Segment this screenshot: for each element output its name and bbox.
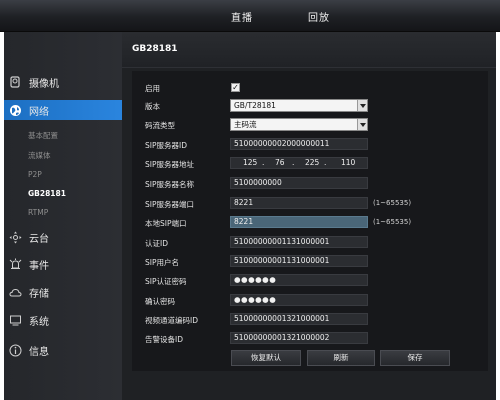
sidebar-item-event[interactable]: 事件 [4,254,122,274]
auth-id-input[interactable]: 51000000001131000001 [230,236,368,248]
sidebar-item-system[interactable]: 系统 [4,310,122,330]
tab-live[interactable]: 直播 [231,9,253,24]
content-header: GB28181 [122,32,496,68]
cloud-icon [8,285,22,299]
sidebar-item-label: 云台 [29,233,49,245]
sidebar-item-label: 事件 [29,260,49,272]
ip-octet-3[interactable]: 225 [305,158,319,168]
subnav-gb28181[interactable]: GB28181 [28,189,66,198]
sip-server-name-input[interactable]: 5100000000 [230,177,368,189]
ip-octet-1[interactable]: 125 [243,158,257,168]
sidebar-item-ptz[interactable]: 云台 [4,227,122,247]
sidebar-item-label: 网络 [29,106,49,118]
sip-username-label: SIP用户名 [145,258,179,267]
version-label: 版本 [145,102,160,111]
refresh-button[interactable]: 刷新 [307,350,375,366]
ip-dot: . [324,158,327,167]
sidebar-item-network[interactable]: 网络 [4,100,137,120]
enable-label: 启用 [145,84,160,93]
sidebar-item-label: 摄像机 [29,78,59,90]
version-select[interactable]: GB/T28181 [230,99,368,112]
video-channel-id-input[interactable]: 51000000001321000001 [230,313,368,325]
info-icon [8,343,22,357]
tab-playback[interactable]: 回放 [308,9,330,24]
local-sip-port-label: 本地SIP端口 [145,219,187,228]
enable-checkbox[interactable]: ✓ [231,83,240,92]
restore-defaults-button[interactable]: 恢复默认 [231,350,301,366]
confirm-password-label: 确认密码 [145,297,175,306]
alarm-device-id-input[interactable]: 51000000001321000002 [230,332,368,344]
alarm-icon [8,257,22,271]
sip-server-addr-label: SIP服务器地址 [145,160,194,169]
sip-server-addr-input[interactable]: 125 . 76 . 225 . 110 [230,157,368,169]
top-bar: 直播 回放 [0,0,500,32]
sip-auth-password-input[interactable]: ●●●●●● [230,274,368,286]
ip-octet-2[interactable]: 76 [275,158,285,168]
stream-type-select[interactable]: 主码流 [230,118,368,131]
sip-server-port-label: SIP服务器端口 [145,200,194,209]
confirm-password-input[interactable]: ●●●●●● [230,294,368,306]
sidebar-item-camera[interactable]: 摄像机 [4,72,122,92]
sip-server-id-label: SIP服务器ID [145,141,187,150]
sidebar: 摄像机 网络 基本配置 流媒体 P2P GB28181 RTMP 云台 事件 存… [4,32,137,400]
sidebar-item-label: 系统 [29,316,49,328]
alarm-device-id-label: 告警设备ID [145,335,183,344]
camera-icon [8,75,22,89]
auth-id-label: 认证ID [145,239,168,248]
sip-server-id-input[interactable]: 51000000002000000011 [230,138,368,150]
stream-type-value: 主码流 [234,120,257,129]
monitor-icon [8,313,22,327]
globe-icon [8,103,22,117]
subnav-streaming[interactable]: 流媒体 [28,150,51,161]
sidebar-item-label: 存储 [29,288,49,300]
version-value: GB/T28181 [234,101,276,110]
ip-octet-4[interactable]: 110 [341,158,355,168]
sidebar-item-info[interactable]: 信息 [4,340,122,360]
subnav-basic-config[interactable]: 基本配置 [28,130,58,141]
page-title: GB28181 [132,44,178,54]
ptz-icon [8,230,22,244]
sip-server-port-range: (1~65535) [373,199,412,207]
video-channel-id-label: 视频通道编码ID [145,316,198,325]
stream-type-label: 码流类型 [145,121,175,130]
save-button[interactable]: 保存 [380,350,450,366]
ip-dot: . [262,158,265,167]
sidebar-item-label: 信息 [29,346,49,358]
ip-dot: . [292,158,295,167]
subnav-rtmp[interactable]: RTMP [28,208,48,217]
chevron-down-icon[interactable] [357,119,367,130]
sip-username-input[interactable]: 51000000001131000001 [230,255,368,267]
subnav-p2p[interactable]: P2P [28,170,42,179]
sip-server-name-label: SIP服务器名称 [145,180,194,189]
sip-auth-password-label: SIP认证密码 [145,277,187,286]
chevron-down-icon[interactable] [357,100,367,111]
sip-server-port-input[interactable]: 8221 [230,197,368,209]
local-sip-port-range: (1~65535) [373,218,412,226]
local-sip-port-input[interactable]: 8221 [230,216,368,228]
sidebar-item-storage[interactable]: 存储 [4,282,122,302]
